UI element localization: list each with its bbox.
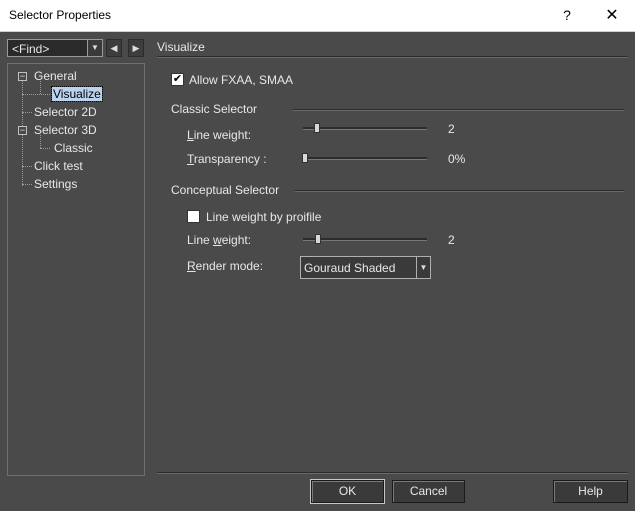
classic-selector-heading: Classic Selector — [171, 102, 258, 116]
classic-transparency-label: Transparency : — [187, 152, 267, 166]
chevron-down-icon[interactable]: ▼ — [87, 40, 102, 56]
collapse-icon[interactable]: − — [18, 72, 27, 81]
find-input[interactable]: <Find> — [12, 42, 49, 56]
conceptual-line-weight-value: 2 — [448, 233, 455, 247]
slider-thumb[interactable] — [315, 234, 321, 244]
classic-line-weight-slider[interactable] — [303, 127, 427, 130]
chevron-down-icon[interactable]: ▼ — [416, 257, 430, 278]
ok-button[interactable]: OK — [310, 479, 385, 504]
classic-line-weight-value: 2 — [448, 122, 455, 136]
allow-fxaa-label: Allow FXAA, SMAA — [189, 73, 294, 87]
nav-forward-button[interactable]: ▶ — [128, 39, 144, 57]
help-button[interactable]: Help — [553, 480, 628, 503]
tree-connector — [22, 166, 32, 167]
divider — [295, 190, 624, 192]
settings-tree[interactable]: − General Visualize Selector 2D − Select… — [7, 63, 145, 476]
close-icon[interactable]: ✕ — [592, 0, 632, 31]
line-weight-by-profile-checkbox[interactable] — [187, 210, 200, 223]
conceptual-line-weight-slider[interactable] — [303, 238, 427, 241]
tree-connector — [22, 184, 32, 185]
cancel-button[interactable]: Cancel — [392, 480, 465, 503]
help-icon[interactable]: ? — [553, 0, 581, 31]
tree-item-classic[interactable]: Classic — [54, 141, 93, 155]
conceptual-selector-heading: Conceptual Selector — [171, 183, 280, 197]
classic-transparency-slider[interactable] — [303, 157, 427, 160]
window-title: Selector Properties — [9, 8, 112, 22]
render-mode-value: Gouraud Shaded — [304, 261, 396, 275]
classic-line-weight-label: Line weight: — [187, 128, 252, 142]
tree-item-visualize[interactable]: Visualize — [51, 86, 103, 102]
collapse-icon[interactable]: − — [18, 126, 27, 135]
divider — [157, 472, 628, 474]
tree-item-selector-3d[interactable]: Selector 3D — [34, 123, 97, 137]
find-combo[interactable]: <Find> ▼ — [7, 39, 103, 57]
slider-thumb[interactable] — [302, 153, 308, 163]
panel-title: Visualize — [157, 40, 205, 54]
line-weight-by-profile-label: Line weight by proifile — [206, 210, 322, 224]
conceptual-line-weight-label: Line weight: — [187, 233, 252, 247]
tree-item-settings[interactable]: Settings — [34, 177, 77, 191]
divider — [293, 109, 624, 111]
divider — [157, 56, 628, 58]
tree-item-selector-2d[interactable]: Selector 2D — [34, 105, 97, 119]
render-mode-label: Render mode: — [187, 259, 264, 273]
tree-item-general[interactable]: General — [34, 69, 77, 83]
render-mode-select[interactable]: Gouraud Shaded ▼ — [300, 256, 431, 279]
tree-connector — [22, 112, 32, 113]
classic-transparency-value: 0% — [448, 152, 466, 166]
tree-connector — [22, 94, 50, 95]
nav-back-button[interactable]: ◀ — [106, 39, 122, 57]
tree-connector — [40, 148, 50, 149]
tree-item-click-test[interactable]: Click test — [34, 159, 83, 173]
slider-thumb[interactable] — [314, 123, 320, 133]
title-bar: Selector Properties ? ✕ — [0, 0, 635, 32]
allow-fxaa-checkbox[interactable]: ✔ — [171, 73, 184, 86]
